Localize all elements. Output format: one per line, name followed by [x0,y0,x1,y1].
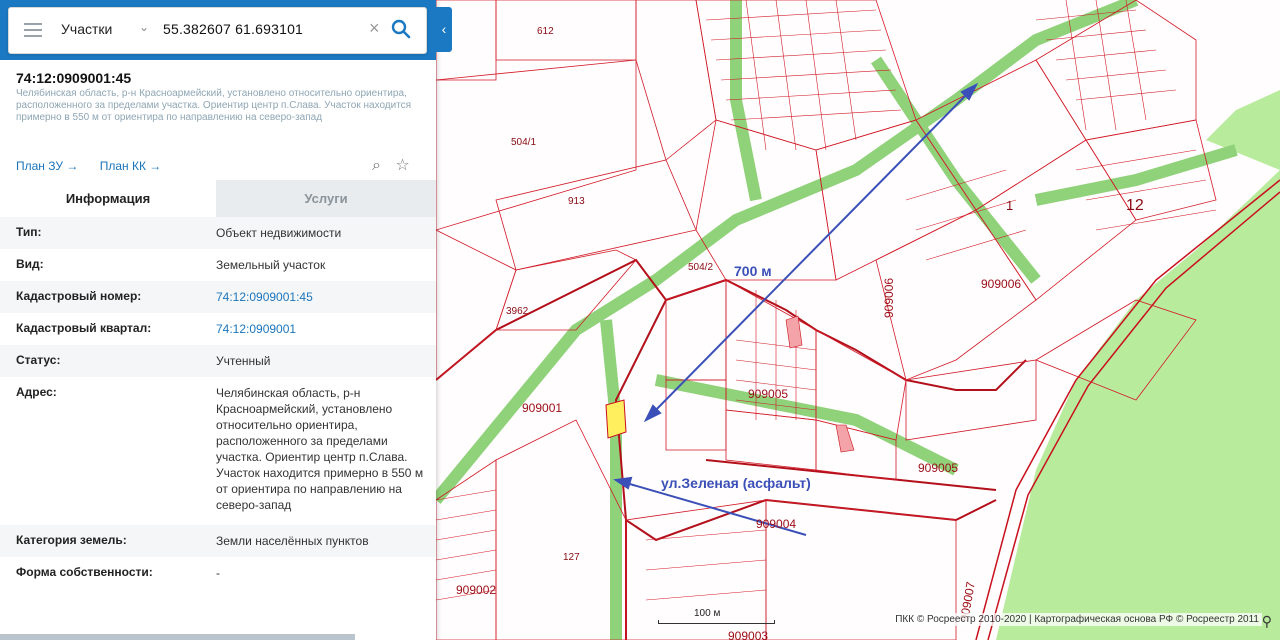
plan-kk-link[interactable]: План КК → [100,159,162,173]
info-key: Кадастровый квартал: [16,321,152,335]
info-row: Тип: Объект недвижимости [0,217,436,249]
quarter-label: 909004 [756,517,796,531]
search-icon[interactable] [391,19,411,39]
quarter-label: 909005 [918,461,958,475]
scale-bar: 100 м [658,608,775,628]
parcel-label: 504/1 [511,137,536,148]
info-row: Форма собственности: - [0,557,436,589]
clear-icon[interactable]: × [369,18,380,39]
search-category[interactable]: Участки [61,21,112,37]
info-value: Объект недвижимости [216,226,342,240]
map-pin-icon[interactable]: ⚲ [1262,613,1272,630]
info-row: Кадастровый квартал: 74:12:0909001 [0,313,436,345]
parcel-label: 913 [568,196,585,207]
plan-links: План ЗУ → План КК → [16,159,179,173]
street-annotation: ул.Зеленая (асфальт) [661,475,811,491]
quarter-label: 909006 [882,278,896,318]
info-row: Кадастровый номер: 74:12:0909001:45 [0,281,436,313]
map-attribution: ПКК © Росреестр 2010-2020 | Картографиче… [892,613,1262,626]
parcel-label: 3962 [506,306,529,317]
info-row: Статус: Учтенный [0,345,436,377]
quarter-label: 909002 [456,583,496,597]
cadastral-map[interactable]: 909001 909005 909005 909006 909006 90900… [436,0,1280,640]
cadastral-number-link[interactable]: 74:12:0909001:45 [216,289,426,305]
panel-scrollbar[interactable] [0,634,355,640]
selected-parcel[interactable] [605,399,627,439]
parcel-label: 127 [563,552,580,563]
info-key: Статус: [16,353,61,367]
tab-services[interactable]: Услуги [216,180,436,217]
info-value: - [216,566,220,580]
info-key: Форма собственности: [16,565,153,579]
parcel-label: 1 [1006,198,1013,213]
info-key: Кадастровый номер: [16,289,142,303]
parcel-label: 12 [1126,197,1144,214]
panel-tabs: Информация Услуги [0,180,436,217]
quarter-label: 909001 [522,401,562,415]
zoom-to-icon[interactable]: ⌕ [372,157,381,174]
search-input[interactable]: 55.382607 61.693101 [163,21,303,37]
info-value: Челябинская область, р-н Красноармейский… [216,386,424,512]
info-row: Адрес: Челябинская область, р-н Красноар… [0,377,436,525]
star-icon[interactable]: ☆ [395,157,409,174]
info-key: Адрес: [16,385,57,399]
distance-annotation: 700 м [734,263,772,279]
parcel-description: Челябинская область, р-н Красноармейский… [16,88,412,123]
quarter-boundaries [436,258,1027,640]
info-row: Категория земель: Земли населённых пункт… [0,525,436,557]
scale-label: 100 м [694,608,721,619]
quarter-label: 909005 [748,387,788,401]
info-row: Вид: Земельный участок [0,249,436,281]
info-value: Учтенный [216,354,271,368]
quarter-label: 909003 [728,629,768,640]
info-panel: Участки ⌄ 55.382607 61.693101 × ‹ 74:12:… [0,0,452,640]
info-key: Категория земель: [16,533,127,547]
collapse-panel-button[interactable]: ‹ [436,7,452,52]
info-value: Земли населённых пунктов [216,534,369,548]
quarter-label: 909006 [981,277,1021,291]
info-key: Тип: [16,225,42,239]
map-canvas[interactable]: 909001 909005 909005 909006 909006 90900… [436,0,1280,640]
tab-info[interactable]: Информация [0,180,216,217]
search-bar[interactable]: Участки ⌄ 55.382607 61.693101 × [8,7,427,54]
parcel-label: 504/2 [688,262,713,273]
info-value: Земельный участок [216,258,326,272]
annotation-text: 700 м ул.Зеленая (асфальт) [661,263,811,491]
panel-actions: ⌕ ☆ [372,155,410,175]
cadastral-quarter-link[interactable]: 74:12:0909001 [216,321,426,337]
plan-zu-link[interactable]: План ЗУ → [16,159,78,173]
chevron-down-icon[interactable]: ⌄ [139,20,149,34]
scale-line [658,620,775,624]
menu-icon[interactable] [24,23,42,37]
forest-area [996,170,1280,640]
parcel-label: 612 [537,26,554,37]
info-key: Вид: [16,257,44,271]
parcel-title: 74:12:0909001:45 [16,70,132,86]
